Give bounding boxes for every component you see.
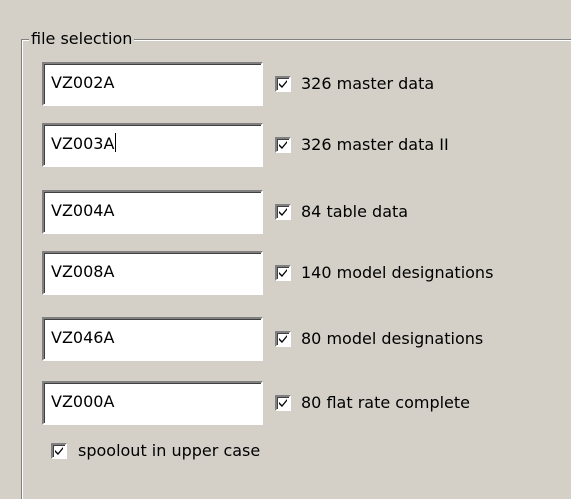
file-name-input[interactable]: VZ004A (42, 190, 263, 234)
check-icon (55, 447, 63, 455)
spoolout-checkbox[interactable] (51, 443, 67, 459)
file-row: VZ046A 80 model designations (0, 317, 571, 361)
file-row: VZ002A 326 master data (0, 62, 571, 106)
file-name-value: VZ046A (51, 328, 115, 347)
file-name-value: VZ000A (51, 392, 115, 411)
file-name-input[interactable]: VZ046A (42, 317, 263, 361)
check-icon (279, 141, 287, 149)
file-checkbox-label[interactable]: 326 master data II (301, 123, 449, 167)
file-row: VZ004A 84 table data (0, 190, 571, 234)
check-icon (279, 80, 287, 88)
file-row: VZ000A 80 flat rate complete (0, 381, 571, 425)
file-row: VZ003A 326 master data II (0, 123, 571, 167)
file-checkbox[interactable] (275, 395, 291, 411)
file-checkbox[interactable] (275, 204, 291, 220)
file-checkbox-label[interactable]: 140 model designations (301, 251, 493, 295)
file-name-value: VZ003A (51, 134, 115, 153)
file-checkbox-label[interactable]: 80 model designations (301, 317, 483, 361)
spoolout-checkbox-label[interactable]: spoolout in upper case (78, 440, 260, 462)
file-name-input[interactable]: VZ008A (42, 251, 263, 295)
file-name-input[interactable]: VZ002A (42, 62, 263, 106)
check-icon (279, 269, 287, 277)
file-checkbox-label[interactable]: 326 master data (301, 62, 434, 106)
file-row: VZ008A 140 model designations (0, 251, 571, 295)
file-checkbox[interactable] (275, 137, 291, 153)
file-name-input[interactable]: VZ000A (42, 381, 263, 425)
file-checkbox[interactable] (275, 76, 291, 92)
file-checkbox-label[interactable]: 84 table data (301, 190, 408, 234)
file-name-value: VZ008A (51, 262, 115, 281)
file-name-value: VZ004A (51, 201, 115, 220)
file-name-value: VZ002A (51, 73, 115, 92)
check-icon (279, 208, 287, 216)
file-checkbox-label[interactable]: 80 flat rate complete (301, 381, 470, 425)
file-name-input[interactable]: VZ003A (42, 123, 263, 167)
file-checkbox[interactable] (275, 331, 291, 347)
check-icon (279, 335, 287, 343)
check-icon (279, 399, 287, 407)
group-title: file selection (29, 28, 135, 50)
file-checkbox[interactable] (275, 265, 291, 281)
text-caret (115, 133, 117, 152)
